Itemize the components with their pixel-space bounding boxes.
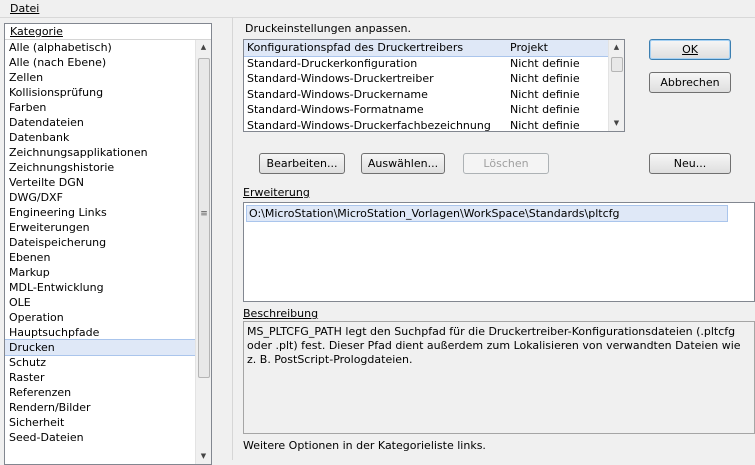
print-setting-row[interactable]: Standard-Windows-Formatname Nicht definie [244,102,624,118]
edit-button[interactable]: Bearbeiten... [259,153,345,174]
category-item[interactable]: Erweiterungen [5,220,211,235]
category-item[interactable]: Sicherheit [5,415,211,430]
category-item[interactable]: Datendateien [5,115,211,130]
category-item[interactable]: Seed-Dateien [5,430,211,445]
print-settings-list[interactable]: Konfigurationspfad des Druckertreibers Pr… [243,39,625,132]
print-setting-row[interactable]: Standard-Druckerkonfiguration Nicht defin… [244,56,624,72]
scroll-thumb[interactable]: ≡ [198,58,210,378]
category-item[interactable]: Markup [5,265,211,280]
category-item[interactable]: OLE [5,295,211,310]
setting-name: Standard-Druckerkonfiguration [247,56,418,70]
setting-name: Konfigurationspfad des Druckertreibers [247,41,464,54]
print-settings-rows: Konfigurationspfad des Druckertreibers Pr… [244,40,624,132]
category-item[interactable]: Referenzen [5,385,211,400]
menu-file[interactable]: Datei [10,2,39,15]
category-item[interactable]: Ebenen [5,250,211,265]
scroll-up-icon[interactable]: ▲ [609,40,624,55]
setting-value: Nicht definie [510,72,580,85]
category-item[interactable]: Engineering Links [5,205,211,220]
scroll-down-icon[interactable]: ▼ [609,116,624,131]
setting-value: Nicht definie [510,118,580,132]
print-setting-row[interactable]: Standard-Windows-Druckername Nicht defini… [244,87,624,103]
extension-label: Erweiterung [243,186,310,199]
category-item[interactable]: Zeichnungsapplikationen [5,145,211,160]
print-setting-row[interactable]: Standard-Windows-Druckertreiber Nicht def… [244,71,624,87]
category-item[interactable]: Zellen [5,70,211,85]
category-item[interactable]: Alle (nach Ebene) [5,55,211,70]
footer-hint: Weitere Optionen in der Kategorieliste l… [243,439,486,452]
setting-name: Standard-Windows-Druckertreiber [247,72,434,85]
category-item[interactable]: Verteilte DGN [5,175,211,190]
category-list[interactable]: Kategorie Alle (alphabetisch) Alle (nach … [4,23,212,465]
setting-value: Nicht definie [510,87,580,101]
category-header[interactable]: Kategorie [5,24,211,40]
category-item[interactable]: Alle (alphabetisch) [5,40,211,55]
category-item[interactable]: Dateispeicherung [5,235,211,250]
setting-value: Nicht definie [510,103,580,116]
category-item[interactable]: Hauptsuchpfade [5,325,211,340]
setting-name: Standard-Windows-Formatname [247,103,424,116]
print-setting-row[interactable]: Konfigurationspfad des Druckertreibers Pr… [244,40,624,57]
cancel-button[interactable]: Abbrechen [649,72,731,93]
category-item[interactable]: Kollisionsprüfung [5,85,211,100]
setting-name: Standard-Windows-Druckername [247,87,428,101]
grip-icon: ≡ [200,209,208,219]
setting-value: Projekt [510,41,548,54]
category-item[interactable]: Raster [5,370,211,385]
category-item[interactable]: Zeichnungshistorie [5,160,211,175]
settings-title: Druckeinstellungen anpassen. [245,22,412,35]
category-item[interactable]: Drucken [5,339,211,356]
menu-bar: Datei [0,0,755,18]
description-box: MS_PLTCFG_PATH legt den Suchpfad für die… [243,321,755,434]
print-settings-scrollbar[interactable]: ▲ ▼ [608,40,624,131]
scroll-down-icon[interactable]: ▼ [196,449,211,464]
category-item[interactable]: Operation [5,310,211,325]
setting-name: Standard-Windows-Druckerfachbezeichnung [247,118,491,132]
category-item[interactable]: DWG/DXF [5,190,211,205]
print-setting-row[interactable]: Standard-Windows-Druckerfachbezeichnung N… [244,118,624,132]
scroll-up-icon[interactable]: ▲ [196,40,211,55]
category-item[interactable]: Datenbank [5,130,211,145]
category-scrollbar[interactable]: ▲ ≡ ▼ [195,40,211,464]
select-button[interactable]: Auswählen... [361,153,445,174]
category-panel: Kategorie Alle (alphabetisch) Alle (nach … [2,17,230,465]
scroll-thumb[interactable] [611,57,623,72]
category-item[interactable]: Rendern/Bilder [5,400,211,415]
settings-panel: Druckeinstellungen anpassen. Konfigurati… [232,17,755,460]
category-item[interactable]: MDL-Entwicklung [5,280,211,295]
description-label: Beschreibung [243,307,319,320]
delete-button[interactable]: Löschen [463,153,549,174]
category-item[interactable]: Schutz [5,355,211,370]
setting-value: Nicht definie [510,56,580,70]
new-button[interactable]: Neu... [649,153,731,174]
category-items: Alle (alphabetisch) Alle (nach Ebene) Zell… [5,40,211,445]
extension-path[interactable]: O:\MicroStation\MicroStation_Vorlagen\Wo… [246,205,728,222]
category-item[interactable]: Farben [5,100,211,115]
extension-box[interactable]: O:\MicroStation\MicroStation_Vorlagen\Wo… [243,202,755,302]
ok-button[interactable]: OK [649,39,731,60]
